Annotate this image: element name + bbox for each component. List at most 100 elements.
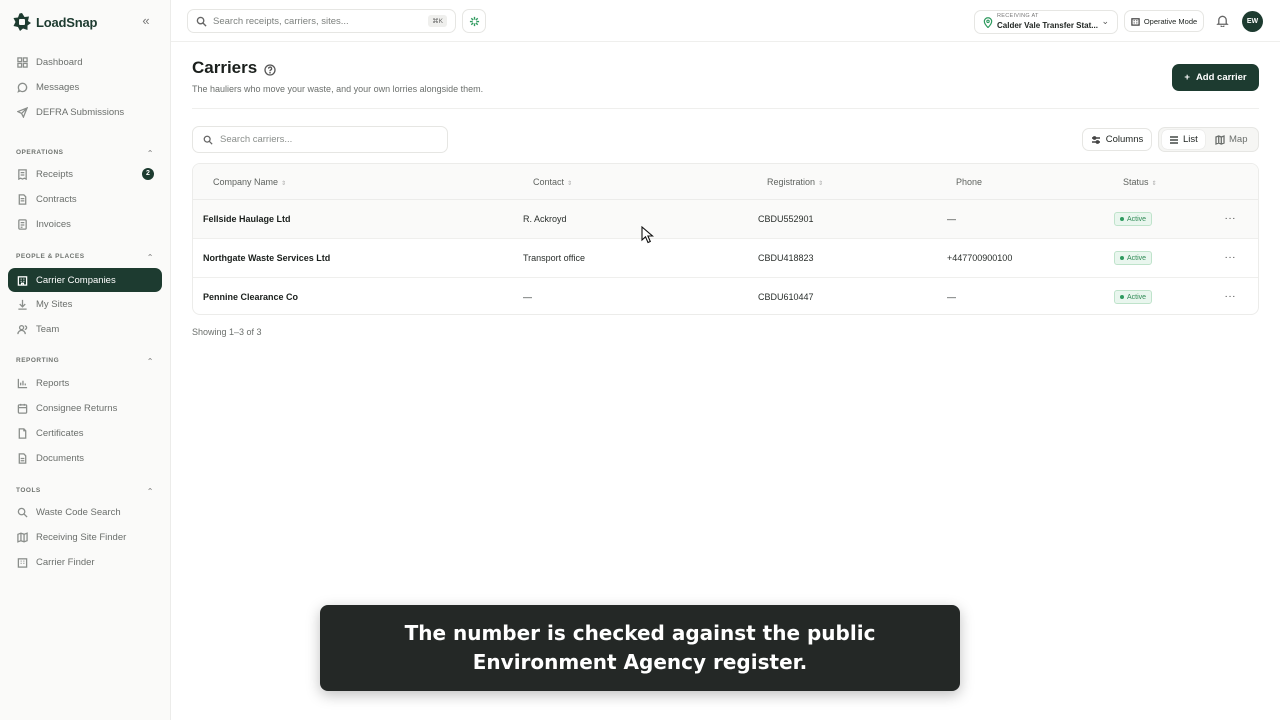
building-icon <box>17 275 28 286</box>
dashboard-icon <box>17 56 28 68</box>
view-toggle: List Map <box>1158 127 1259 152</box>
sidebar-item-label: Receipts <box>36 168 73 180</box>
sidebar-item-reports[interactable]: Reports <box>8 371 162 395</box>
page-subtitle: The hauliers who move your waste, and yo… <box>192 84 484 94</box>
sidebar-item-label: Carrier Companies <box>36 274 116 286</box>
calendar-icon <box>17 403 28 414</box>
sidebar: LoadSnap « Dashboard Messages DEFRA Subm… <box>0 0 171 720</box>
search-icon <box>196 16 207 27</box>
chevron-down-icon: ⌄ <box>1101 16 1109 26</box>
section-title-operations[interactable]: OPERATIONS ⌃ <box>16 149 154 158</box>
section-title-reporting[interactable]: REPORTING ⌃ <box>16 357 154 366</box>
sidebar-item-carrier-finder[interactable]: Carrier Finder <box>8 550 162 574</box>
table-row[interactable]: Northgate Waste Services Ltd Transport o… <box>193 239 1258 278</box>
sidebar-item-label: Messages <box>36 81 80 93</box>
cell-registration: CBDU610447 <box>758 292 814 302</box>
add-carrier-label: Add carrier <box>1195 72 1247 83</box>
status-badge: Active <box>1114 251 1153 265</box>
status-dot <box>1120 256 1124 260</box>
sidebar-item-label: My Sites <box>36 298 73 310</box>
notifications-bell-icon[interactable] <box>1216 14 1230 28</box>
column-header-company[interactable]: Company Name ⇕ <box>213 177 286 187</box>
location-pin-icon <box>983 17 993 28</box>
status-badge: Active <box>1114 290 1153 304</box>
sidebar-item-label: Contracts <box>36 193 77 205</box>
view-map-button[interactable]: Map <box>1208 130 1254 149</box>
sidebar-item-certificates[interactable]: Certificates <box>8 421 162 445</box>
truck-icon <box>17 557 28 568</box>
section-title-people-places[interactable]: PEOPLE & PLACES ⌃ <box>16 253 154 262</box>
receipt-icon <box>18 168 27 180</box>
chevron-up-icon: ⌃ <box>146 487 154 496</box>
collapse-sidebar-icon[interactable]: « <box>139 13 153 29</box>
sidebar-item-messages[interactable]: Messages <box>8 75 162 99</box>
sidebar-item-label: Dashboard <box>36 56 83 68</box>
row-actions-icon[interactable]: ··· <box>1225 291 1237 302</box>
section-title-label: TOOLS <box>16 487 41 494</box>
sidebar-item-waste-code-search[interactable]: Waste Code Search <box>8 500 162 524</box>
logo[interactable]: LoadSnap <box>12 11 97 33</box>
column-header-contact[interactable]: Contact ⇕ <box>533 177 572 187</box>
row-actions-icon[interactable]: ··· <box>1225 213 1237 224</box>
column-header-label: Company Name <box>213 177 279 187</box>
section-title-tools[interactable]: TOOLS ⌃ <box>16 487 154 496</box>
help-icon[interactable] <box>264 63 276 76</box>
sparkle-icon <box>469 16 479 26</box>
sidebar-item-label: Receiving Site Finder <box>36 531 127 543</box>
sidebar-item-team[interactable]: Team <box>8 317 162 341</box>
column-header-status[interactable]: Status ⇕ <box>1123 177 1157 187</box>
site-select-label: RECEIVING AT <box>997 13 1039 19</box>
bell-icon <box>1216 15 1229 28</box>
mouse-cursor-icon <box>641 226 654 244</box>
sidebar-item-label: Consignee Returns <box>36 402 118 414</box>
add-carrier-button[interactable]: + Add carrier <box>1172 64 1259 91</box>
ai-assistant-button[interactable] <box>462 9 486 33</box>
sidebar-item-receipts[interactable]: Receipts 2 <box>8 162 162 186</box>
cell-contact: Transport office <box>523 253 586 263</box>
map-icon <box>1215 134 1225 145</box>
receipts-count-badge: 2 <box>142 168 154 180</box>
sidebar-item-receiving-site-finder[interactable]: Receiving Site Finder <box>8 525 162 549</box>
columns-label: Columns <box>1105 134 1144 145</box>
columns-button[interactable]: Columns <box>1082 128 1152 151</box>
sidebar-item-dashboard[interactable]: Dashboard <box>8 50 162 74</box>
chevron-up-icon: ⌃ <box>146 357 154 366</box>
carrier-search-input[interactable]: Search carriers... <box>192 126 448 153</box>
search-icon <box>17 507 28 518</box>
cell-company: Pennine Clearance Co <box>203 292 299 302</box>
status-badge: Active <box>1114 212 1153 226</box>
row-actions-icon[interactable]: ··· <box>1225 252 1237 263</box>
table-row[interactable]: Pennine Clearance Co — CBDU610447 — Acti… <box>193 278 1258 314</box>
page-title: Carriers <box>192 58 258 77</box>
sidebar-item-documents[interactable]: Documents <box>8 446 162 470</box>
global-search-input[interactable]: Search receipts, carriers, sites... ⌘K <box>187 9 456 33</box>
column-header-label: Registration <box>767 177 816 187</box>
column-header-registration[interactable]: Registration ⇕ <box>767 177 823 187</box>
receiving-site-select[interactable]: RECEIVING AT Calder Vale Transfer Stat..… <box>974 10 1118 34</box>
cell-contact: R. Ackroyd <box>523 214 567 224</box>
sidebar-item-invoices[interactable]: Invoices <box>8 212 162 236</box>
cell-company: Northgate Waste Services Ltd <box>203 253 331 263</box>
app-root: LoadSnap « Dashboard Messages DEFRA Subm… <box>0 0 1280 720</box>
sidebar-item-my-sites[interactable]: My Sites <box>8 292 162 316</box>
sidebar-item-carrier-companies[interactable]: Carrier Companies <box>8 268 162 292</box>
sidebar-item-defra-submissions[interactable]: DEFRA Submissions <box>8 100 162 124</box>
status-dot <box>1120 217 1124 221</box>
user-avatar[interactable]: EW <box>1242 11 1263 32</box>
column-header-label: Contact <box>533 177 565 187</box>
sidebar-item-consignee-returns[interactable]: Consignee Returns <box>8 396 162 420</box>
users-icon <box>17 324 28 334</box>
view-list-label: List <box>1183 134 1198 145</box>
sliders-icon <box>1091 135 1100 144</box>
table-row[interactable]: Fellside Haulage Ltd R. Ackroyd CBDU5529… <box>193 200 1258 239</box>
sidebar-item-contracts[interactable]: Contracts <box>8 187 162 211</box>
send-icon <box>17 106 28 118</box>
cell-contact: — <box>523 292 532 302</box>
view-list-button[interactable]: List <box>1162 130 1205 149</box>
operative-mode-button[interactable]: Operative Mode <box>1124 10 1204 32</box>
carrier-search-placeholder: Search carriers... <box>220 134 293 145</box>
section-title-label: PEOPLE & PLACES <box>16 253 85 260</box>
column-header-label: Phone <box>956 177 983 187</box>
section-title-label: OPERATIONS <box>16 149 64 156</box>
cell-phone: — <box>947 292 956 302</box>
